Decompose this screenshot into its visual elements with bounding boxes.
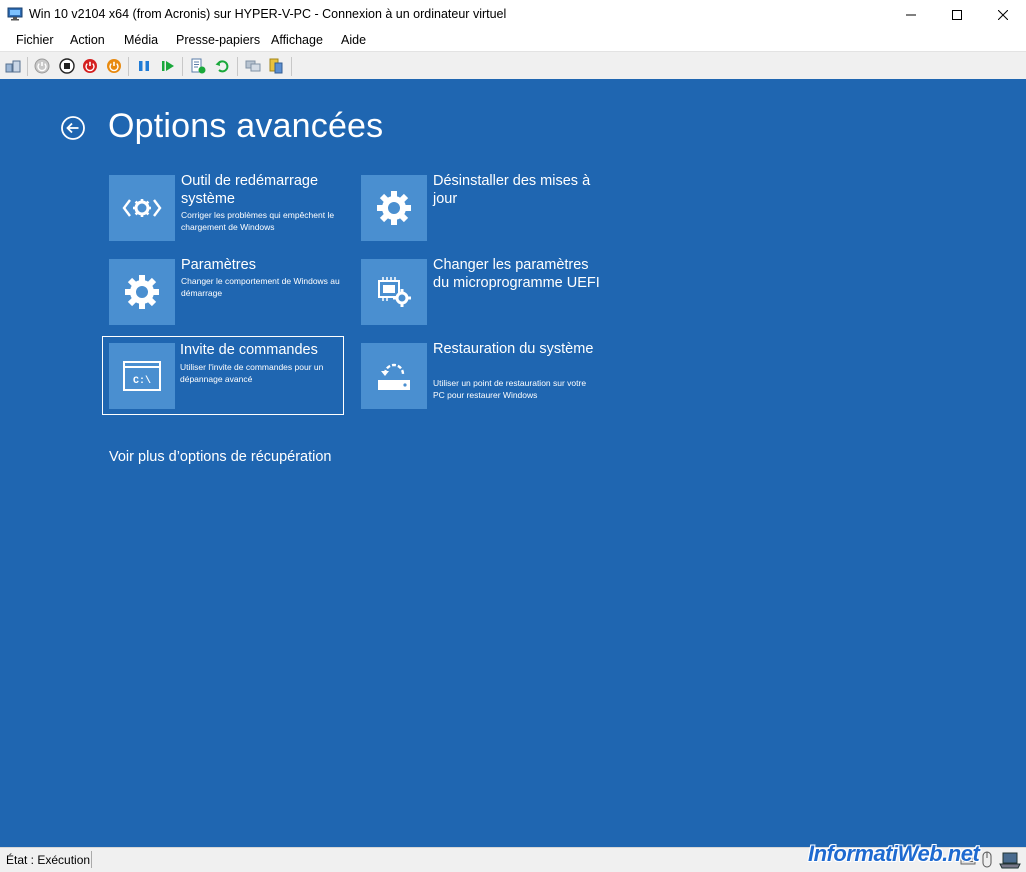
tile-title: Outil de redémarrage système (181, 173, 319, 207)
ctrl-alt-del-button[interactable] (4, 57, 22, 75)
shutdown-button[interactable] (81, 57, 99, 75)
system-restore-icon (361, 343, 427, 409)
menu-fichier[interactable]: Fichier (16, 33, 54, 47)
mouse-icon (982, 851, 992, 868)
revert-button[interactable] (213, 57, 231, 75)
vm-screen[interactable]: Options avancées Outil de redémarrage sy… (0, 79, 1026, 847)
tile-description: Changer le comportement de Windows au dé… (181, 276, 340, 298)
tile-uninstall-updates[interactable]: Désinstaller des mises à jour (361, 173, 603, 253)
save-button[interactable] (105, 57, 123, 75)
start-icon (34, 58, 50, 74)
startup-settings-icon (109, 259, 175, 325)
share-button[interactable] (267, 57, 285, 75)
tile-title: Changer les paramètres du microprogramme… (433, 257, 600, 291)
vm-state: État : Exécution (6, 853, 91, 867)
laptop-icon (999, 852, 1021, 869)
tile-startup-settings[interactable]: Paramètres Changer le comportement de Wi… (109, 257, 351, 337)
tile-title: Invite de commandes (180, 342, 318, 358)
tile-uefi-firmware[interactable]: Changer les paramètres du microprogramme… (361, 257, 603, 337)
tile-description: Utiliser un point de restauration sur vo… (433, 378, 587, 400)
menu-bar: Fichier Action Média Presse-papiers Affi… (0, 29, 1026, 51)
resume-icon (162, 61, 174, 71)
menu-affichage[interactable]: Affichage (271, 33, 323, 47)
revert-icon (215, 60, 229, 73)
save-icon (107, 59, 121, 73)
maximize-icon (952, 9, 962, 20)
uefi-firmware-icon (361, 259, 427, 325)
checkpoint-button[interactable] (189, 57, 207, 75)
tile-description: Utiliser l'invite de commandes pour un d… (180, 362, 324, 384)
turn-off-button[interactable] (58, 57, 76, 75)
cmd-icon-text: C:\ (133, 375, 151, 387)
toolbar-separator (291, 57, 292, 76)
turn-off-icon (59, 58, 75, 74)
tile-system-restore[interactable]: Restauration du système Utiliser un poin… (361, 341, 603, 421)
toolbar (0, 51, 1026, 79)
enhanced-session-icon (245, 60, 261, 72)
menu-action[interactable]: Action (70, 33, 105, 47)
tile-description: Corriger les problèmes qui empêchent le … (181, 210, 335, 232)
checkpoint-icon (191, 58, 206, 74)
enhanced-session-button[interactable] (244, 57, 262, 75)
uninstall-updates-icon (361, 175, 427, 241)
tile-startup-repair[interactable]: Outil de redémarrage système Corriger le… (109, 173, 351, 253)
maximize-button[interactable] (934, 0, 980, 29)
pause-button[interactable] (135, 57, 153, 75)
startup-repair-icon (109, 175, 175, 241)
close-button[interactable] (980, 0, 1026, 29)
share-icon (269, 58, 283, 74)
page-title: Options avancées (108, 107, 384, 145)
status-separator (91, 851, 92, 868)
back-arrow-icon[interactable] (60, 115, 86, 141)
toolbar-separator (182, 57, 183, 76)
pause-icon (139, 61, 149, 71)
title-bar: Win 10 v2104 x64 (from Acronis) sur HYPE… (0, 0, 1026, 29)
toolbar-separator (128, 57, 129, 76)
toolbar-separator (237, 57, 238, 76)
hyperv-connection-window: Win 10 v2104 x64 (from Acronis) sur HYPE… (0, 0, 1026, 872)
start-button[interactable] (33, 57, 51, 75)
toolbar-separator (27, 57, 28, 76)
close-icon (998, 9, 1008, 20)
tile-command-prompt[interactable]: C:\ Invite de commandes Utiliser l'invit… (102, 336, 344, 415)
minimize-button[interactable] (888, 0, 934, 29)
more-recovery-options-link[interactable]: Voir plus d’options de récupération (109, 449, 331, 465)
menu-aide[interactable]: Aide (341, 33, 366, 47)
menu-presse-papiers[interactable]: Presse-papiers (176, 33, 260, 47)
ctrl-alt-del-icon (5, 60, 21, 73)
shutdown-icon (83, 59, 97, 73)
tile-title: Restauration du système (433, 341, 594, 357)
command-prompt-icon: C:\ (109, 343, 175, 409)
watermark-logo: InformatiWeb.net (808, 841, 980, 866)
resume-button[interactable] (159, 57, 177, 75)
minimize-icon (906, 14, 916, 15)
window-title: Win 10 v2104 x64 (from Acronis) sur HYPE… (29, 7, 507, 21)
tile-title: Paramètres (181, 257, 256, 273)
menu-media[interactable]: Média (124, 33, 158, 47)
vm-connect-icon (7, 7, 23, 21)
tile-title: Désinstaller des mises à jour (433, 173, 591, 207)
